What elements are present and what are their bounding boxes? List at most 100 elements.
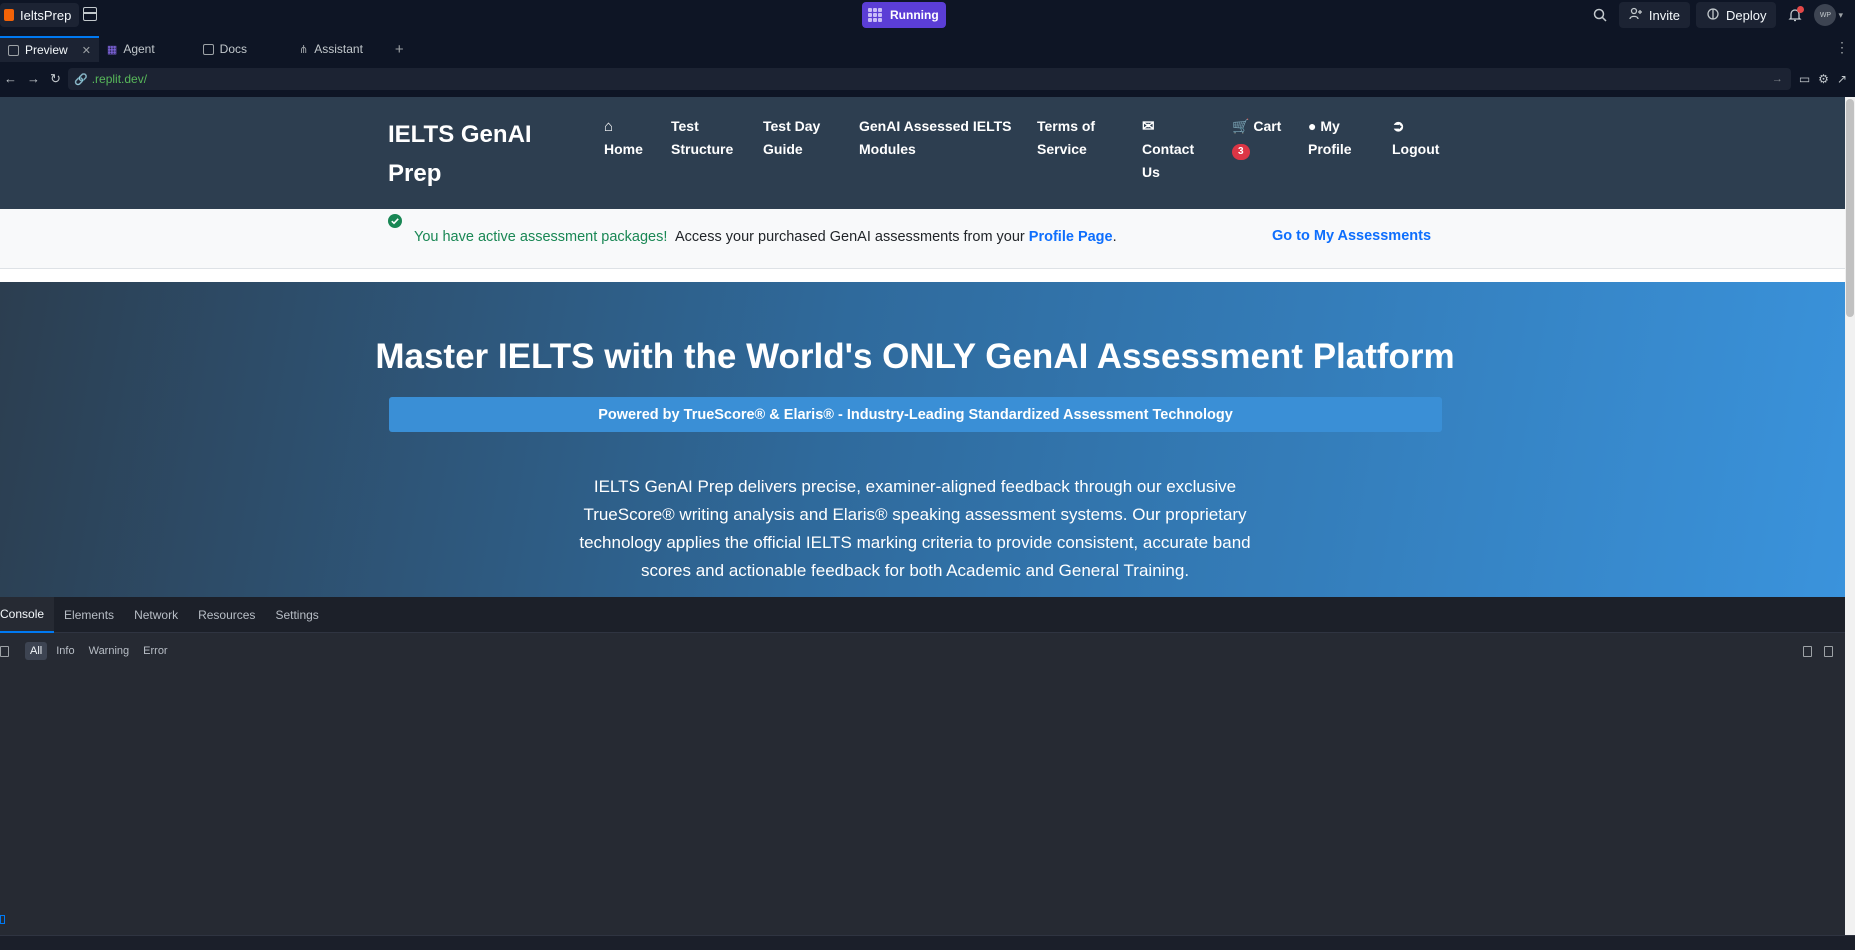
avatar[interactable]: WP xyxy=(1814,4,1837,26)
device-icon[interactable]: ▭ xyxy=(1799,72,1810,86)
workspace-tabs: Preview ✕ ▦ Agent Docs ⋔ Assistant + ⋮ xyxy=(0,36,1855,62)
nav-profile[interactable]: ● My Profile xyxy=(1308,115,1358,161)
tab-agent[interactable]: ▦ Agent xyxy=(99,36,195,62)
nav-terms[interactable]: Terms of Service xyxy=(1037,115,1109,161)
filter-error[interactable]: Error xyxy=(138,642,172,660)
deploy-label: Deploy xyxy=(1726,7,1767,23)
run-status-label: Running xyxy=(890,8,939,22)
scroll-thumb[interactable] xyxy=(1846,99,1854,317)
more-vertical-icon[interactable]: ⋮ xyxy=(1835,39,1849,56)
url-text: .replit.dev/ xyxy=(91,72,148,86)
devtools-tab-elements[interactable]: Elements xyxy=(54,597,124,633)
nav-contact[interactable]: ✉ Contact Us xyxy=(1142,115,1202,184)
url-actions: ▭ ⚙ ↗ xyxy=(1799,72,1855,86)
filter-warning[interactable]: Warning xyxy=(84,642,135,660)
tab-label: Agent xyxy=(123,42,155,56)
notification-dot xyxy=(1797,6,1805,13)
alert-message: Access your purchased GenAI assessments … xyxy=(675,229,1117,245)
run-status-button[interactable]: Running xyxy=(862,2,946,28)
nav-home[interactable]: ⌂ Home xyxy=(604,115,643,161)
url-bar: ← → ↻ 🔗 .replit.dev/ → ▭ ⚙ ↗ xyxy=(0,67,1855,91)
devtools-panel: Console Elements Network Resources Setti… xyxy=(0,596,1845,935)
alert-text: Access your purchased GenAI assessments … xyxy=(675,229,1025,245)
notifications-button[interactable] xyxy=(1782,2,1808,28)
nav-genai-modules[interactable]: GenAI Assessed IELTS Modules xyxy=(859,115,1014,161)
search-icon[interactable] xyxy=(1587,2,1613,28)
external-link-icon[interactable]: ↗ xyxy=(1837,72,1847,86)
link-icon: 🔗 xyxy=(74,73,88,86)
invite-label: Invite xyxy=(1648,7,1680,23)
add-tab-icon[interactable]: + xyxy=(385,41,414,58)
website-preview: IELTS GenAI Prep ⌂ Home Test Structure T… xyxy=(0,97,1845,597)
envelope-icon: ✉ xyxy=(1142,118,1155,135)
devtools-tab-network[interactable]: Network xyxy=(124,597,188,633)
nav-test-structure[interactable]: Test Structure xyxy=(671,115,741,161)
preview-scrollbar[interactable] xyxy=(1845,97,1855,935)
nav-test-day-guide[interactable]: Test Day Guide xyxy=(763,115,833,161)
hero-description: IELTS GenAI Prep delivers precise, exami… xyxy=(579,477,1251,580)
layout-icon[interactable] xyxy=(83,7,97,21)
tab-assistant[interactable]: ⋔ Assistant xyxy=(291,36,385,62)
forward-icon[interactable]: → xyxy=(27,71,40,87)
dock-icon[interactable] xyxy=(1824,646,1833,657)
tab-preview[interactable]: Preview ✕ xyxy=(0,36,99,62)
nav-label: Logout xyxy=(1392,141,1440,157)
clear-console-icon[interactable] xyxy=(0,645,9,657)
devtools-tab-resources[interactable]: Resources xyxy=(188,597,265,633)
os-taskbar xyxy=(0,935,1855,950)
preview-icon xyxy=(8,44,19,56)
nav-label: Terms of Service xyxy=(1037,118,1096,157)
devtools-tab-settings[interactable]: Settings xyxy=(265,597,328,633)
deploy-button[interactable]: Deploy xyxy=(1696,2,1777,28)
avatar-initials: WP xyxy=(1819,11,1832,19)
profile-page-link[interactable]: Profile Page xyxy=(1029,229,1113,245)
devtools-tab-console[interactable]: Console xyxy=(0,596,55,633)
nav-logout[interactable]: ➲ Logout xyxy=(1392,115,1439,161)
tab-label: Assistant xyxy=(314,42,363,56)
copy-icon[interactable] xyxy=(1803,646,1812,657)
invite-button[interactable]: Invite xyxy=(1618,2,1690,28)
app-switcher[interactable]: IeltsPrep xyxy=(0,3,80,27)
cart-icon: 🛒 xyxy=(1232,118,1250,134)
site-brand[interactable]: IELTS GenAI Prep xyxy=(388,115,548,193)
nav-controls: ← → ↻ xyxy=(0,71,68,87)
console-prompt-icon[interactable] xyxy=(0,915,5,924)
run-grid-icon xyxy=(868,8,882,22)
assistant-icon: ⋔ xyxy=(299,43,309,56)
go-arrow-icon[interactable]: → xyxy=(1772,73,1783,85)
reload-icon[interactable]: ↻ xyxy=(50,71,61,87)
console-filters: All Info Warning Error xyxy=(0,642,173,660)
go-to-assessments-button[interactable]: Go to My Assessments xyxy=(1272,228,1431,244)
app-name: IeltsPrep xyxy=(20,7,72,23)
tab-label: Docs xyxy=(219,42,248,56)
user-icon: ● xyxy=(1308,118,1317,134)
alert-success-text: You have active assessment packages! xyxy=(414,229,668,245)
nav-label: GenAI Assessed IELTS Modules xyxy=(859,118,1012,157)
add-user-icon xyxy=(1629,7,1643,24)
top-bar: IeltsPrep Running Invite Deploy WP ▾ xyxy=(0,0,1855,30)
logout-icon: ➲ xyxy=(1392,118,1405,135)
nav-label: Home xyxy=(604,141,643,157)
filter-all[interactable]: All xyxy=(25,642,48,660)
wrench-icon[interactable]: ⚙ xyxy=(1818,72,1829,86)
tab-docs[interactable]: Docs xyxy=(195,36,291,62)
back-icon[interactable]: ← xyxy=(4,71,17,87)
docs-icon xyxy=(202,43,214,55)
deploy-icon xyxy=(1706,7,1720,24)
replit-logo-icon xyxy=(4,9,14,21)
nav-label: Cart xyxy=(1253,118,1282,134)
nav-cart[interactable]: 🛒 Cart 3 xyxy=(1232,115,1292,161)
nav-label: Test Structure xyxy=(671,118,734,157)
tab-label: Preview xyxy=(25,43,68,57)
check-circle-icon xyxy=(388,214,402,233)
top-actions: Invite Deploy WP ▾ xyxy=(1587,2,1855,28)
alert-suffix: . xyxy=(1112,229,1117,245)
chevron-down-icon[interactable]: ▾ xyxy=(1838,10,1843,21)
home-icon: ⌂ xyxy=(604,118,614,135)
close-icon[interactable]: ✕ xyxy=(82,44,91,57)
filter-info[interactable]: Info xyxy=(51,642,79,660)
devtools-actions xyxy=(1803,646,1833,657)
url-input[interactable]: 🔗 .replit.dev/ → xyxy=(68,68,1791,90)
devtools-tabs: Console Elements Network Resources Setti… xyxy=(0,596,1845,633)
hero-powered-by-badge: Powered by TrueScore® & Elaris® - Indust… xyxy=(389,397,1442,432)
